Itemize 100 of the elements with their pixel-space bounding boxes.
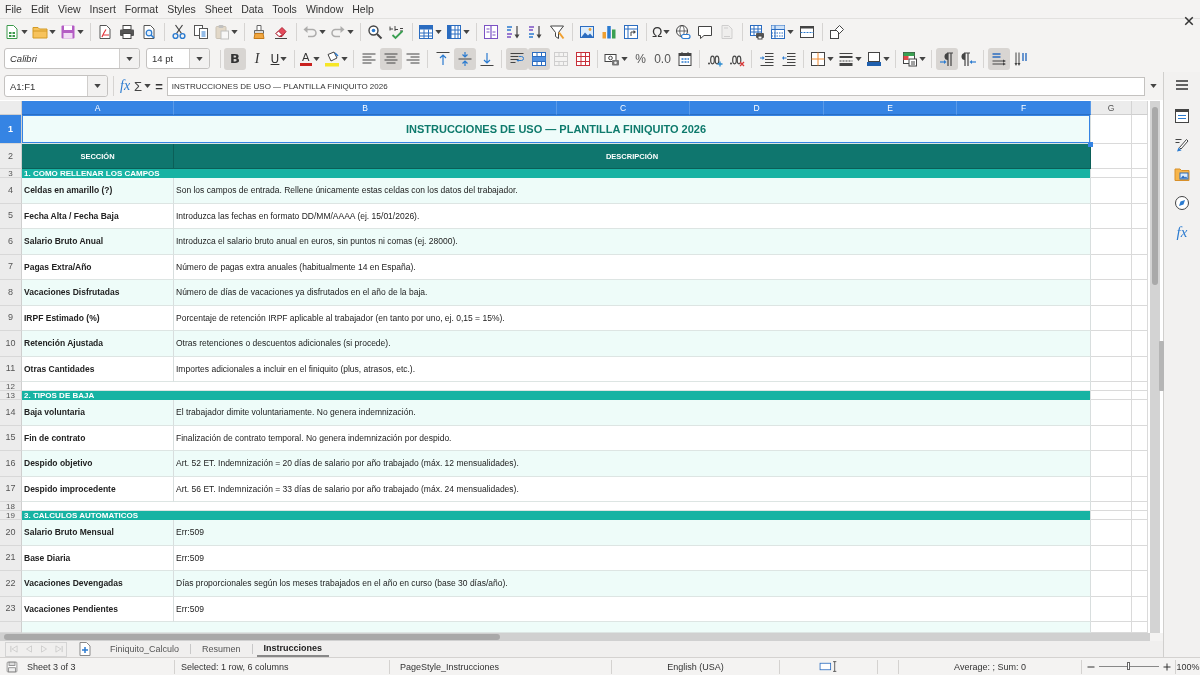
sheet-indicator: Sheet 3 of 3 xyxy=(27,661,76,672)
font-size-field[interactable]: 14 pt xyxy=(146,48,210,69)
add-sheet-button[interactable] xyxy=(77,641,93,657)
sidebar-collapse-handle[interactable] xyxy=(1159,341,1164,391)
row-header[interactable]: 4 xyxy=(0,178,22,204)
menu-item[interactable]: View xyxy=(53,1,86,17)
fill-handle[interactable] xyxy=(1088,142,1093,147)
row-header[interactable]: 5 xyxy=(0,203,22,229)
page-style[interactable]: PageStyle_Instrucciones xyxy=(400,661,500,672)
menu-item[interactable]: File xyxy=(0,1,27,17)
language[interactable]: English (USA) xyxy=(667,661,724,672)
number-format-button[interactable]: 0.0 xyxy=(651,47,674,70)
pencil-icon xyxy=(1174,137,1190,153)
row-header[interactable]: 9 xyxy=(0,305,22,331)
dropdown-button[interactable] xyxy=(189,49,209,68)
menu-item[interactable]: Tools xyxy=(267,1,302,17)
pivot-table-icon xyxy=(623,24,639,40)
document-magnifier-icon xyxy=(141,24,157,40)
row-header[interactable]: 10 xyxy=(0,331,22,357)
row-header[interactable]: 2 xyxy=(0,144,22,169)
font-color-button[interactable]: A xyxy=(298,47,322,70)
text-horizontal-button[interactable] xyxy=(987,47,1010,70)
menu-item[interactable]: Format xyxy=(120,1,163,17)
vertical-scrollbar[interactable] xyxy=(1150,101,1160,633)
formula-input[interactable]: INSTRUCCIONES DE USO — PLANTILLA FINIQUITO 2026 xyxy=(166,76,1146,96)
column-header[interactable]: E xyxy=(824,101,957,115)
caret-icon xyxy=(94,84,101,88)
description-cell: Err:509 xyxy=(174,520,1091,546)
zoom-level[interactable]: 100% xyxy=(1176,661,1200,672)
section-heading-cell: 2. TIPOS DE BAJA xyxy=(22,391,1091,400)
menu-item[interactable]: Edit xyxy=(26,1,54,17)
selection-mode-icon[interactable] xyxy=(818,660,839,673)
selection-summary: Average: ; Sum: 0 xyxy=(954,661,1026,672)
borders-icon xyxy=(809,50,826,67)
eraser-icon xyxy=(273,24,289,40)
menu-item[interactable]: Insert xyxy=(85,1,121,17)
slider-thumb[interactable] xyxy=(1126,662,1130,670)
redo-icon xyxy=(330,24,346,40)
row-header[interactable]: 15 xyxy=(0,425,22,451)
menu-item[interactable]: Window xyxy=(301,1,348,17)
font-name-field[interactable]: Calibri xyxy=(4,48,140,69)
percent-button[interactable]: % xyxy=(629,47,652,70)
text-vertical-icon xyxy=(1012,50,1029,67)
sort-descending-icon xyxy=(527,24,543,40)
functions-button[interactable]: fx xyxy=(1171,221,1193,243)
caret-icon xyxy=(854,56,862,61)
column-header[interactable]: F xyxy=(957,101,1091,115)
underline-button[interactable]: U xyxy=(268,47,290,70)
menu-item[interactable]: Styles xyxy=(162,1,201,17)
row-header[interactable]: 8 xyxy=(0,280,22,306)
sum-button[interactable]: Σ xyxy=(132,76,154,96)
row-header[interactable]: 14 xyxy=(0,400,22,426)
row-header[interactable]: 11 xyxy=(0,356,22,382)
formula-button[interactable]: = xyxy=(153,76,165,96)
description-cell: Días proporcionales según los meses trabajados en el año en curso (base 30 días/año). xyxy=(174,571,1091,597)
sheet-tab[interactable]: Instrucciones xyxy=(256,641,330,657)
function-wizard-button[interactable]: fx xyxy=(118,76,133,96)
dropdown-button[interactable] xyxy=(87,76,107,96)
menu-item[interactable]: Help xyxy=(347,1,379,17)
name-box[interactable]: A1:F1 xyxy=(4,75,108,97)
sheet-tab[interactable]: Finiquito_Calculo xyxy=(103,641,187,657)
row-header[interactable]: 6 xyxy=(0,229,22,255)
special-character-button[interactable]: Ω xyxy=(650,21,673,43)
sheet-tab[interactable]: Resumen xyxy=(195,641,248,657)
scrollbar-thumb[interactable] xyxy=(1152,107,1158,285)
column-header[interactable]: D xyxy=(690,101,824,115)
row-header[interactable]: 20 xyxy=(0,520,22,546)
close-button[interactable] xyxy=(1182,14,1196,28)
scrollbar-thumb[interactable] xyxy=(4,634,500,640)
label-cell: Fecha Alta / Fecha Baja xyxy=(22,203,174,229)
description-cell: Otras retenciones o descuentos adicionales (si procede). xyxy=(174,331,1091,357)
row-header[interactable]: 23 xyxy=(0,596,22,622)
row-header[interactable]: 7 xyxy=(0,254,22,280)
bar-chart-icon xyxy=(601,24,617,40)
horizontal-scrollbar[interactable] xyxy=(0,633,1150,641)
section-heading-cell: 1. COMO RELLENAR LOS CAMPOS xyxy=(22,169,1091,178)
row-header[interactable]: 22 xyxy=(0,571,22,597)
merge-center-button[interactable] xyxy=(527,47,550,70)
column-header[interactable]: B xyxy=(174,101,557,115)
skip-right-icon xyxy=(53,644,64,654)
left-to-right-button[interactable] xyxy=(935,47,958,70)
row-header[interactable]: 17 xyxy=(0,476,22,502)
row-header[interactable]: 21 xyxy=(0,545,22,571)
menu-item[interactable]: Data xyxy=(236,1,268,17)
bold-button[interactable]: B xyxy=(224,47,246,70)
row-header[interactable]: 16 xyxy=(0,451,22,477)
italic-button[interactable]: I xyxy=(246,47,268,70)
column-header[interactable]: G xyxy=(1091,101,1132,115)
column-header[interactable]: C xyxy=(557,101,690,115)
caret-icon xyxy=(126,56,133,61)
caret-icon xyxy=(319,30,326,34)
column-header[interactable]: A xyxy=(22,101,174,115)
clipboard-icon xyxy=(214,24,230,40)
label-cell: Vacaciones Disfrutadas xyxy=(22,280,174,306)
wrap-text-button[interactable] xyxy=(505,47,528,70)
menu-item[interactable]: Sheet xyxy=(200,1,237,17)
zoom-in-button[interactable] xyxy=(1161,661,1172,672)
row-header[interactable]: 1 xyxy=(0,115,22,144)
dropdown-button[interactable] xyxy=(119,49,139,68)
funnel-icon xyxy=(549,24,565,40)
